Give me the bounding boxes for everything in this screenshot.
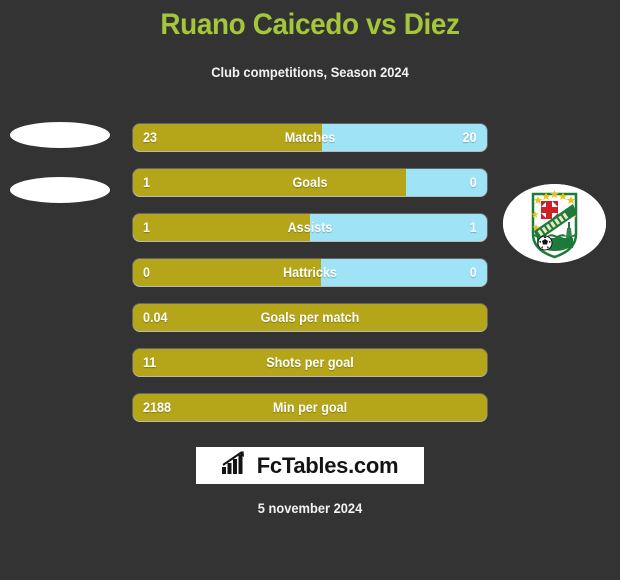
stat-row: 1 Goals 0: [133, 169, 487, 196]
stat-label: Min per goal: [272, 399, 348, 415]
home-value: 1: [143, 219, 151, 235]
stat-row: 2188 Min per goal: [133, 394, 487, 421]
stat-row: 0 Hattricks 0: [133, 259, 487, 286]
player-left-photo-placeholder-secondary: [10, 177, 110, 203]
stat-label: Goals: [292, 174, 328, 190]
club-badge-icon: [503, 184, 606, 263]
stats-bar-list: 23 Matches 20 1 Goals 0 1 Assists 1 0 Ha…: [133, 124, 487, 439]
page-subtitle: Club competitions, Season 2024: [211, 64, 409, 80]
stat-row: 1 Assists 1: [133, 214, 487, 241]
comparison-infographic: Ruano Caicedo vs Diez Club competitions,…: [0, 0, 620, 580]
home-value: 0: [143, 264, 151, 280]
stat-label: Hattricks: [283, 264, 337, 280]
away-value: 20: [462, 129, 477, 145]
fctables-brand-text: FcTables.com: [256, 452, 399, 478]
stat-row: 23 Matches 20: [133, 124, 487, 151]
stat-row: 0.04 Goals per match: [133, 304, 487, 331]
home-value: 1: [143, 174, 151, 190]
stat-label: Matches: [284, 129, 336, 145]
away-value: 1: [469, 219, 477, 235]
player-left-photo-placeholder: [10, 122, 110, 148]
bar-chart-growth-icon: [221, 451, 250, 480]
away-value: 0: [469, 264, 477, 280]
page-title: Ruano Caicedo vs Diez: [160, 8, 460, 41]
generated-date: 5 november 2024: [257, 500, 363, 516]
fctables-logo[interactable]: FcTables.com: [196, 447, 424, 484]
stat-label: Assists: [287, 219, 333, 235]
stat-row: 11 Shots per goal: [133, 349, 487, 376]
stat-label: Shots per goal: [266, 354, 354, 370]
away-value: 0: [469, 174, 477, 190]
stat-label: Goals per match: [260, 309, 360, 325]
